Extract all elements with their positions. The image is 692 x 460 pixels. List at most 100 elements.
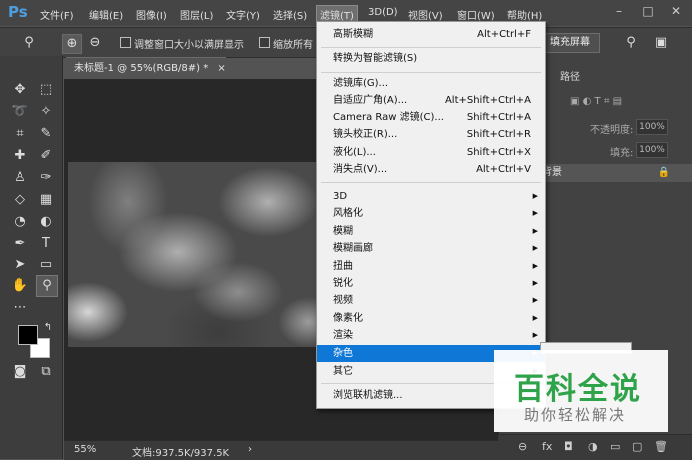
menu-item-render[interactable]: 渲染 ▶ xyxy=(317,327,545,344)
maximize-button[interactable]: □ xyxy=(641,4,655,18)
zoom-tool-preset-icon[interactable]: ⚲ xyxy=(20,34,38,52)
menu-item-sharpen[interactable]: 锐化 ▶ xyxy=(317,275,545,292)
resize-windows-checkbox[interactable] xyxy=(120,37,131,48)
fill-field[interactable]: 100% xyxy=(636,142,668,158)
marquee-tool-icon[interactable]: ⬚ xyxy=(36,80,56,100)
submenu-arrow-icon: ▶ xyxy=(532,331,538,339)
zoom-tool-icon[interactable]: ⚲ xyxy=(36,275,58,297)
document-tab[interactable]: 未标题-1 @ 55%(RGB/8#) * × xyxy=(66,57,226,79)
menu-separator xyxy=(321,47,541,48)
move-tool-icon[interactable]: ✥ xyxy=(10,80,30,100)
trash-icon[interactable]: 🗑 xyxy=(654,440,668,453)
screen-mode-icon[interactable]: ⧉ xyxy=(36,362,56,382)
type-tool-icon[interactable]: T xyxy=(36,234,56,254)
menu-item-convert-smart-filter[interactable]: 转换为智能滤镜(S) xyxy=(317,50,545,67)
menu-separator xyxy=(321,72,541,73)
link-layers-icon[interactable]: ⊖ xyxy=(518,440,527,453)
submenu-arrow-icon: ▶ xyxy=(532,192,538,200)
menu-item-video[interactable]: 视频 ▶ xyxy=(317,292,545,309)
layers-panel-footer: ⊖ fx ◘ ◑ ▭ ▢ 🗑 xyxy=(498,434,692,460)
menu-separator xyxy=(321,182,541,183)
menu-file[interactable]: 文件(F) xyxy=(40,7,74,22)
crop-tool-icon[interactable]: ⌗ xyxy=(10,124,30,144)
path-selection-icon[interactable]: ➤ xyxy=(10,255,30,275)
watermark-subtitle: 助你轻松解决 xyxy=(524,406,627,424)
status-arrow-icon[interactable]: › xyxy=(248,444,252,455)
tab-paths[interactable]: 路径 xyxy=(560,68,580,83)
menu-item-blur-gallery[interactable]: 模糊画廊 ▶ xyxy=(317,240,545,257)
submenu-arrow-icon: ▶ xyxy=(532,279,538,287)
rectangle-tool-icon[interactable]: ▭ xyxy=(36,255,56,275)
new-layer-icon[interactable]: ▢ xyxy=(632,440,642,453)
watermark-title: 百科全说 xyxy=(514,372,642,407)
eraser-icon[interactable]: ◇ xyxy=(10,190,30,210)
menu-edit[interactable]: 编辑(E) xyxy=(89,7,123,22)
menu-view[interactable]: 视图(V) xyxy=(408,7,443,22)
close-button[interactable]: ✕ xyxy=(669,4,683,18)
quick-mask-icon[interactable]: ◙ xyxy=(10,362,30,382)
menu-item-stylize[interactable]: 风格化 ▶ xyxy=(317,205,545,222)
document-size: 文档:937.5K/937.5K xyxy=(132,448,230,459)
menu-item-distort[interactable]: 扭曲 ▶ xyxy=(317,258,545,275)
zoom-level[interactable]: 55% xyxy=(74,444,96,455)
layer-row-background[interactable]: 背景 🔒 xyxy=(530,164,692,182)
fill-label: 填充: xyxy=(610,148,634,159)
gradient-icon[interactable]: ▦ xyxy=(36,190,56,210)
brush-tool-icon[interactable]: ✐ xyxy=(36,146,56,166)
tab-close-icon[interactable]: × xyxy=(217,63,225,74)
healing-brush-icon[interactable]: ✚ xyxy=(10,146,30,166)
clouds-canvas[interactable] xyxy=(68,162,318,347)
eyedropper-icon[interactable]: ✎ xyxy=(36,124,56,144)
foreground-color-swatch[interactable] xyxy=(18,325,38,345)
opacity-label: 不透明度: xyxy=(590,125,634,136)
menu-item-pixelate[interactable]: 像素化 ▶ xyxy=(317,310,545,327)
fill-screen-button[interactable]: 填充屏幕 xyxy=(540,33,600,53)
menu-item-3d[interactable]: 3D ▶ xyxy=(317,188,545,205)
menu-item-gaussian-blur[interactable]: 高斯模糊 Alt+Ctrl+F xyxy=(317,26,545,43)
menu-item-filter-gallery[interactable]: 滤镜库(G)... xyxy=(317,75,545,92)
zoom-out-icon[interactable]: ⊖ xyxy=(86,34,104,52)
minimize-button[interactable]: – xyxy=(612,4,626,18)
zoom-all-checkbox[interactable] xyxy=(259,37,270,48)
hand-tool-icon[interactable]: ✋ xyxy=(10,276,30,296)
layer-filter-icons[interactable]: ▣ ◐ T ⌗ ▤ xyxy=(570,96,622,107)
menu-select[interactable]: 选择(S) xyxy=(273,7,307,22)
pen-tool-icon[interactable]: ✒ xyxy=(10,234,30,254)
submenu-arrow-icon: ▶ xyxy=(532,227,538,235)
clone-stamp-icon[interactable]: ♙ xyxy=(10,168,30,188)
menu-item-vanishing-point[interactable]: 消失点(V)... Alt+Ctrl+V xyxy=(317,161,545,178)
resize-windows-label: 调整窗口大小以满屏显示 xyxy=(134,40,244,51)
menu-3d[interactable]: 3D(D) xyxy=(368,7,398,18)
search-icon[interactable]: ⚲ xyxy=(622,34,640,52)
menu-help[interactable]: 帮助(H) xyxy=(507,7,542,22)
menu-window[interactable]: 窗口(W) xyxy=(457,7,495,22)
menu-item-blur[interactable]: 模糊 ▶ xyxy=(317,223,545,240)
adjustment-layer-icon[interactable]: ◑ xyxy=(588,440,598,453)
menu-item-lens-correction[interactable]: 镜头校正(R)... Shift+Ctrl+R xyxy=(317,126,545,143)
magic-wand-icon[interactable]: ✧ xyxy=(36,102,56,122)
dodge-tool-icon[interactable]: ◐ xyxy=(36,212,56,232)
lasso-tool-icon[interactable]: ➰ xyxy=(10,102,30,122)
menu-image[interactable]: 图像(I) xyxy=(136,7,167,22)
watermark-logo: 百科全说 助你轻松解决 xyxy=(494,350,668,432)
menu-item-camera-raw[interactable]: Camera Raw 滤镜(C)... Shift+Ctrl+A xyxy=(317,109,545,126)
menu-layer[interactable]: 图层(L) xyxy=(180,7,213,22)
menu-item-adaptive-wide-angle[interactable]: 自适应广角(A)... Alt+Shift+Ctrl+A xyxy=(317,92,545,109)
fx-icon[interactable]: fx xyxy=(542,440,552,453)
document-title: 未标题-1 @ 55%(RGB/8#) * xyxy=(74,63,209,74)
zoom-in-icon[interactable]: ⊕ xyxy=(62,34,82,54)
new-group-icon[interactable]: ▭ xyxy=(610,440,620,453)
opacity-field[interactable]: 100% xyxy=(636,119,668,135)
workspace-icon[interactable]: ▣ xyxy=(652,34,670,52)
status-bar: 55% 文档:937.5K/937.5K › xyxy=(64,440,498,460)
menu-item-liquify[interactable]: 液化(L)... Shift+Ctrl+X xyxy=(317,144,545,161)
history-brush-icon[interactable]: ✑ xyxy=(36,168,56,188)
add-mask-icon[interactable]: ◘ xyxy=(564,440,573,453)
swap-colors-icon[interactable]: ↰ xyxy=(38,318,58,338)
submenu-arrow-icon: ▶ xyxy=(532,244,538,252)
blur-tool-icon[interactable]: ◔ xyxy=(10,212,30,232)
submenu-arrow-icon: ▶ xyxy=(532,314,538,322)
zoom-all-label: 缩放所有 xyxy=(273,40,313,51)
more-tools-icon[interactable]: ⋯ xyxy=(10,298,30,318)
menu-type[interactable]: 文字(Y) xyxy=(226,7,260,22)
